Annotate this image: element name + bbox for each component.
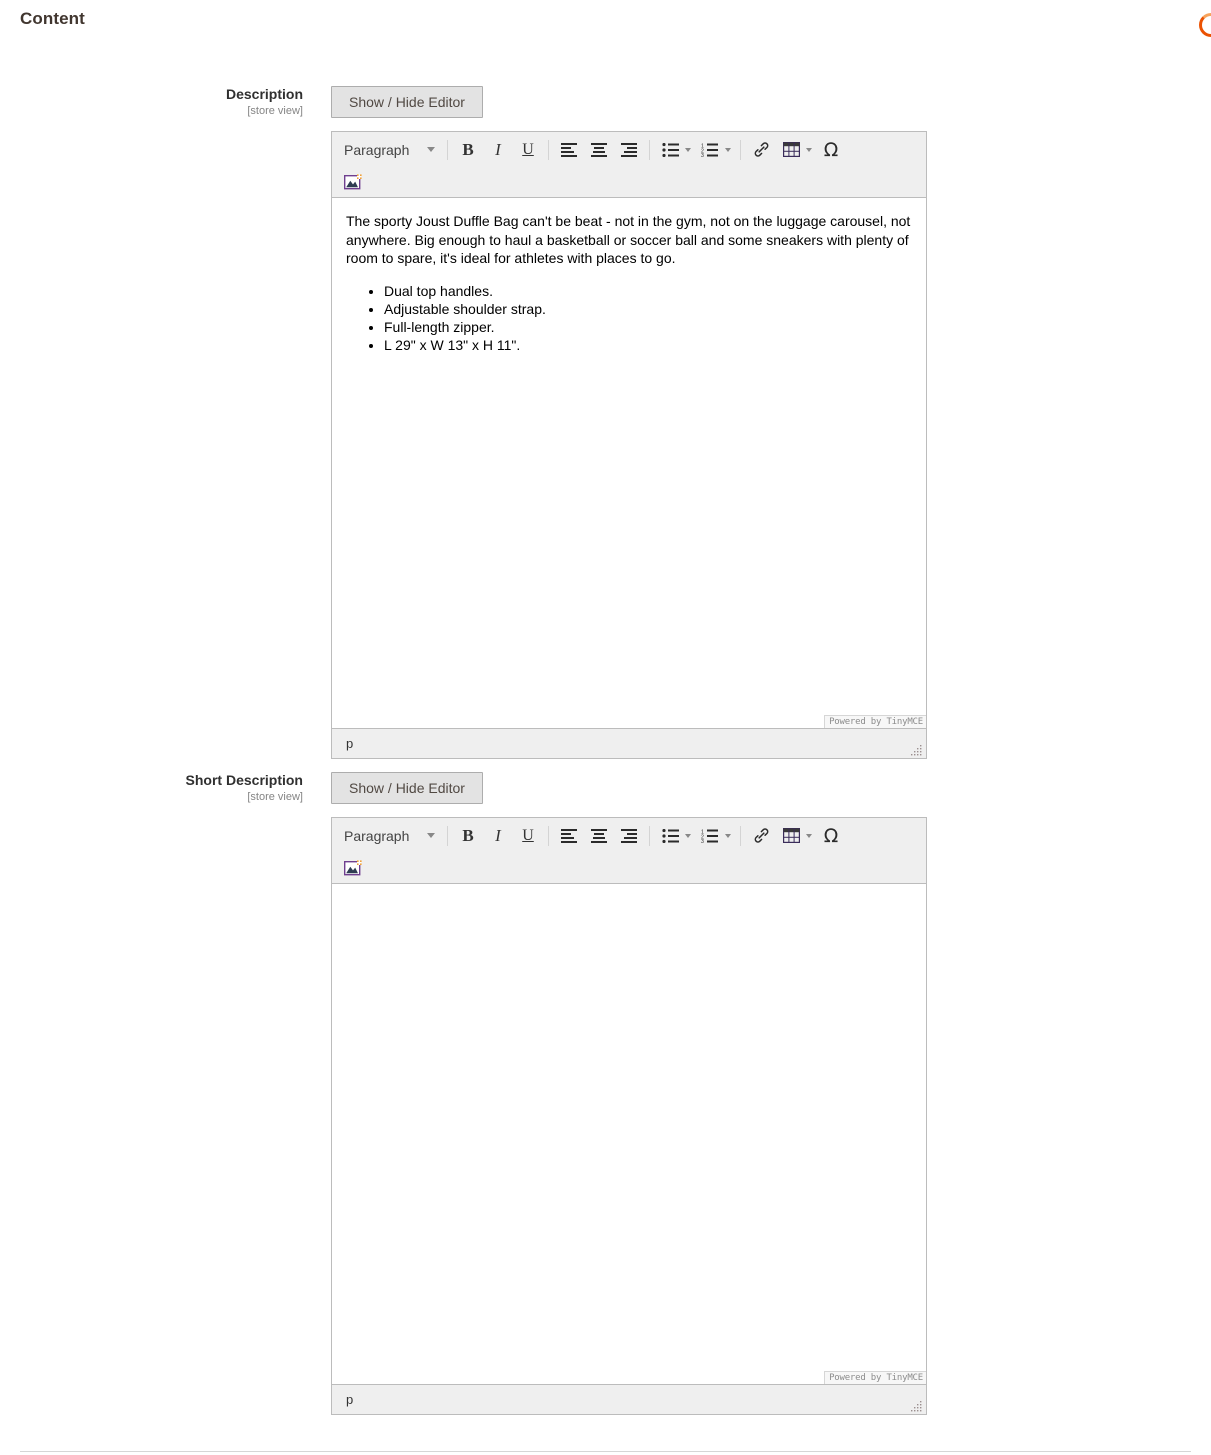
list-item: L 29" x W 13" x H 11". <box>384 336 912 354</box>
bullet-list-control[interactable] <box>655 137 695 163</box>
align-center-icon[interactable] <box>584 137 614 163</box>
format-style-select-short-description[interactable]: Paragraph <box>338 823 442 849</box>
editor-toolbar-description: Paragraph B I U 1 2 3 Ω <box>332 132 926 198</box>
editor-toolbar-row-2 <box>332 167 926 197</box>
align-left-icon[interactable] <box>554 823 584 849</box>
insert-image-icon[interactable] <box>338 169 368 195</box>
svg-text:3: 3 <box>701 839 704 843</box>
insert-group: Ω <box>746 823 846 849</box>
numbered-list-icon[interactable]: 1 2 3 <box>695 823 725 849</box>
format-style-select-description[interactable]: Paragraph <box>338 137 442 163</box>
format-style-select-value: Paragraph <box>344 141 410 158</box>
special-character-icon[interactable]: Ω <box>816 823 846 849</box>
toolbar-divider <box>548 825 549 846</box>
toolbar-divider <box>548 139 549 160</box>
chevron-down-icon <box>427 147 435 152</box>
list-group: 1 2 3 <box>655 137 735 163</box>
text-format-group: B I U <box>453 823 543 849</box>
page-section-title: Content <box>20 9 85 28</box>
editor-paragraph: The sporty Joust Duffle Bag can't be bea… <box>346 213 911 266</box>
editor-toolbar-row-1: Paragraph B I U 1 2 3 Ω <box>332 818 926 853</box>
insert-table-control[interactable] <box>776 137 816 163</box>
chevron-down-icon <box>685 834 691 838</box>
italic-icon[interactable]: I <box>483 823 513 849</box>
editor-statusbar-description: p <box>332 728 926 758</box>
editor-toolbar-row-2 <box>332 853 926 883</box>
insert-table-icon[interactable] <box>776 823 806 849</box>
field-label-short-description: Short Description <box>185 772 303 788</box>
toolbar-divider <box>447 825 448 846</box>
field-label-description: Description <box>225 86 303 102</box>
list-group: 1 2 3 <box>655 823 735 849</box>
element-path[interactable]: p <box>346 1392 353 1407</box>
text-format-group: B I U <box>453 137 543 163</box>
insert-table-control[interactable] <box>776 823 816 849</box>
show-hide-editor-button-short-description[interactable]: Show / Hide Editor <box>331 772 483 804</box>
insert-link-icon[interactable] <box>746 137 776 163</box>
loading-spinner-icon <box>1199 13 1211 37</box>
alignment-group <box>554 137 644 163</box>
tinymce-attribution-badge[interactable]: Powered by TinyMCE <box>824 1371 926 1384</box>
chevron-down-icon <box>725 148 731 152</box>
chevron-down-icon <box>806 834 812 838</box>
editor-bullet-list: Dual top handles. Adjustable shoulder st… <box>346 282 912 354</box>
field-label-group-description: Description [store view] <box>0 86 303 118</box>
chevron-down-icon <box>725 834 731 838</box>
insert-image-icon[interactable] <box>338 855 368 881</box>
wysiwyg-editor-short-description: Paragraph B I U 1 2 3 Ω Powered by TinyM… <box>331 817 927 1415</box>
toolbar-divider <box>740 139 741 160</box>
align-right-icon[interactable] <box>614 137 644 163</box>
tinymce-attribution-badge[interactable]: Powered by TinyMCE <box>824 715 926 728</box>
svg-text:3: 3 <box>701 153 704 157</box>
toolbar-divider <box>649 139 650 160</box>
editor-resize-handle[interactable] <box>911 744 923 756</box>
element-path[interactable]: p <box>346 736 353 751</box>
numbered-list-control[interactable]: 1 2 3 <box>695 823 735 849</box>
editor-statusbar-short-description: p <box>332 1384 926 1414</box>
align-left-icon[interactable] <box>554 137 584 163</box>
bullet-list-control[interactable] <box>655 823 695 849</box>
insert-link-icon[interactable] <box>746 823 776 849</box>
bold-icon[interactable]: B <box>453 823 483 849</box>
underline-icon[interactable]: U <box>513 137 543 163</box>
chevron-down-icon <box>685 148 691 152</box>
italic-icon[interactable]: I <box>483 137 513 163</box>
align-right-icon[interactable] <box>614 823 644 849</box>
bold-icon[interactable]: B <box>453 137 483 163</box>
editor-content-description[interactable]: The sporty Joust Duffle Bag can't be bea… <box>332 198 926 728</box>
format-style-select-value: Paragraph <box>344 827 410 844</box>
numbered-list-icon[interactable]: 1 2 3 <box>695 137 725 163</box>
wysiwyg-editor-description: Paragraph B I U 1 2 3 Ω The sporty Joust… <box>331 131 927 759</box>
bullet-list-icon[interactable] <box>655 823 685 849</box>
editor-content-short-description[interactable]: Powered by TinyMCE <box>332 884 926 1384</box>
chevron-down-icon <box>806 148 812 152</box>
toolbar-divider <box>447 139 448 160</box>
alignment-group <box>554 823 644 849</box>
show-hide-editor-button-description[interactable]: Show / Hide Editor <box>331 86 483 118</box>
list-item: Full-length zipper. <box>384 318 912 336</box>
toolbar-divider <box>740 825 741 846</box>
editor-toolbar-row-1: Paragraph B I U 1 2 3 Ω <box>332 132 926 167</box>
field-control-short-description: Show / Hide Editor Paragraph B I U 1 2 3… <box>331 772 927 1415</box>
numbered-list-control[interactable]: 1 2 3 <box>695 137 735 163</box>
field-label-group-short-description: Short Description [store view] <box>0 772 303 804</box>
underline-icon[interactable]: U <box>513 823 543 849</box>
section-divider <box>20 1451 1191 1452</box>
special-character-icon[interactable]: Ω <box>816 137 846 163</box>
editor-toolbar-short-description: Paragraph B I U 1 2 3 Ω <box>332 818 926 884</box>
list-item: Dual top handles. <box>384 282 912 300</box>
field-control-description: Show / Hide Editor Paragraph B I U 1 2 3… <box>331 86 927 759</box>
list-item: Adjustable shoulder strap. <box>384 300 912 318</box>
align-center-icon[interactable] <box>584 823 614 849</box>
chevron-down-icon <box>427 833 435 838</box>
insert-group: Ω <box>746 137 846 163</box>
field-scope-description: [store view] <box>247 105 303 117</box>
insert-table-icon[interactable] <box>776 137 806 163</box>
bullet-list-icon[interactable] <box>655 137 685 163</box>
field-scope-short-description: [store view] <box>247 791 303 803</box>
toolbar-divider <box>649 825 650 846</box>
editor-resize-handle[interactable] <box>911 1400 923 1412</box>
